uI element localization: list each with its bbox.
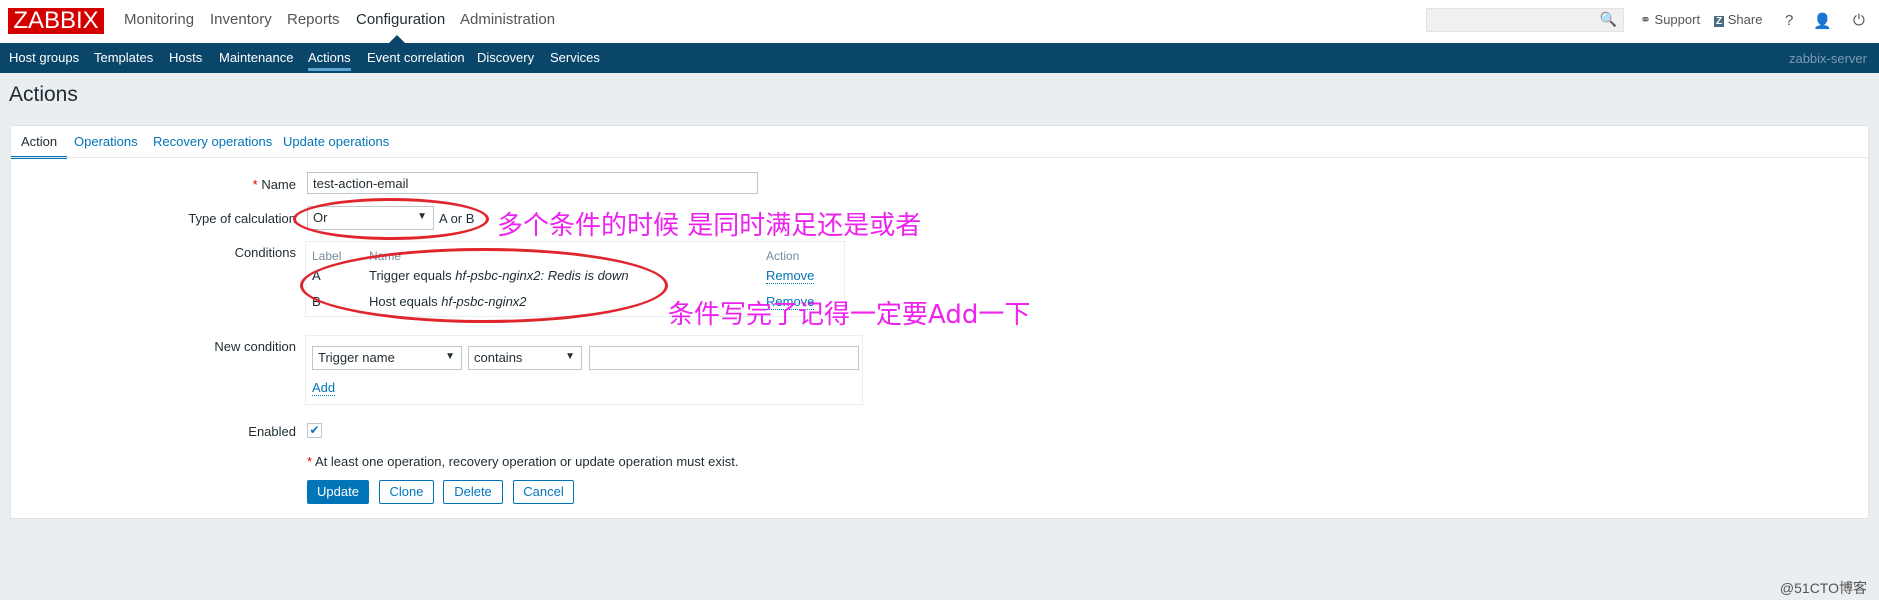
new-condition-box: Trigger name ▼ contains ▼ Add [305,335,863,405]
condition-value-input[interactable] [589,346,859,370]
tab-divider [11,157,1868,158]
tab-operations[interactable]: Operations [74,134,138,149]
subnav-discovery[interactable]: Discovery [477,50,534,65]
dropdown-arrow-icon: ▼ [565,351,575,362]
subnav-actions[interactable]: Actions [308,50,351,71]
enabled-checkbox[interactable]: ✔ [307,423,322,438]
top-header: ZABBIX Monitoring Inventory Reports Conf… [0,0,1879,43]
tab-action[interactable]: Action [11,134,68,159]
name-input[interactable]: test-action-email [307,172,758,194]
share-z-icon: Z [1714,16,1725,27]
nav-administration[interactable]: Administration [460,11,555,28]
active-nav-caret [389,35,405,43]
remove-link[interactable]: Remove [766,268,815,284]
clone-button[interactable]: Clone [379,480,434,504]
user-profile-icon[interactable]: 👤 [1813,12,1832,30]
annotation-calc: 多个条件的时候 是同时满足还是或者 [497,211,922,241]
new-condition-label: New condition [214,339,296,354]
annotation-ellipse-calc [293,198,489,240]
delete-button[interactable]: Delete [443,480,503,504]
dropdown-arrow-icon: ▼ [445,351,455,362]
tab-recovery-operations[interactable]: Recovery operations [153,134,272,149]
page-title: Actions [9,83,78,106]
help-icon[interactable]: ? [1785,12,1793,29]
condition-operator-select[interactable]: contains ▼ [468,346,582,370]
sub-navigation: Host groups Templates Hosts Maintenance … [0,43,1879,73]
add-condition-link[interactable]: Add [312,380,336,396]
name-label: * Name [252,177,296,192]
search-input[interactable]: 🔍 [1426,8,1624,32]
subnav-maintenance[interactable]: Maintenance [219,50,293,65]
subnav-host-groups[interactable]: Host groups [9,50,79,65]
share-link[interactable]: Z Share [1714,12,1762,27]
subnav-event-correlation[interactable]: Event correlation [367,50,465,65]
checkmark-icon: ✔ [309,423,320,437]
nav-configuration[interactable]: Configuration [356,11,445,28]
watermark: @51CTO博客 [1779,580,1867,596]
condition-operator-value: contains [474,350,523,365]
server-name: zabbix-server [1788,51,1867,66]
col-action: Action [766,249,800,263]
condition-type-select[interactable]: Trigger name ▼ [312,346,462,370]
zabbix-logo[interactable]: ZABBIX [8,8,104,34]
support-label: Support [1654,12,1701,27]
annotation-ellipse-conditions [300,248,668,323]
subnav-hosts[interactable]: Hosts [169,50,202,65]
support-link[interactable]: ⚭ Support [1640,12,1700,28]
sign-out-icon[interactable]: ⏻ [1853,12,1865,29]
condition-type-value: Trigger name [318,350,395,365]
col-label: Label [312,249,342,263]
nav-monitoring[interactable]: Monitoring [124,11,194,28]
operation-required-note: * At least one operation, recovery opera… [307,454,739,469]
search-icon[interactable]: 🔍 [1600,11,1617,28]
annotation-add: 条件写完了记得一定要Add一下 [668,300,1031,330]
nav-reports[interactable]: Reports [287,11,340,28]
tab-update-operations[interactable]: Update operations [283,134,389,149]
headset-icon: ⚭ [1640,12,1651,27]
enabled-label: Enabled [248,424,296,439]
subnav-services[interactable]: Services [550,50,600,65]
cancel-button[interactable]: Cancel [513,480,574,504]
share-label: Share [1727,12,1763,27]
calc-label: Type of calculation [188,211,296,226]
subnav-templates[interactable]: Templates [94,50,153,65]
nav-inventory[interactable]: Inventory [210,11,272,28]
update-button[interactable]: Update [307,480,369,504]
conditions-label: Conditions [234,245,296,260]
